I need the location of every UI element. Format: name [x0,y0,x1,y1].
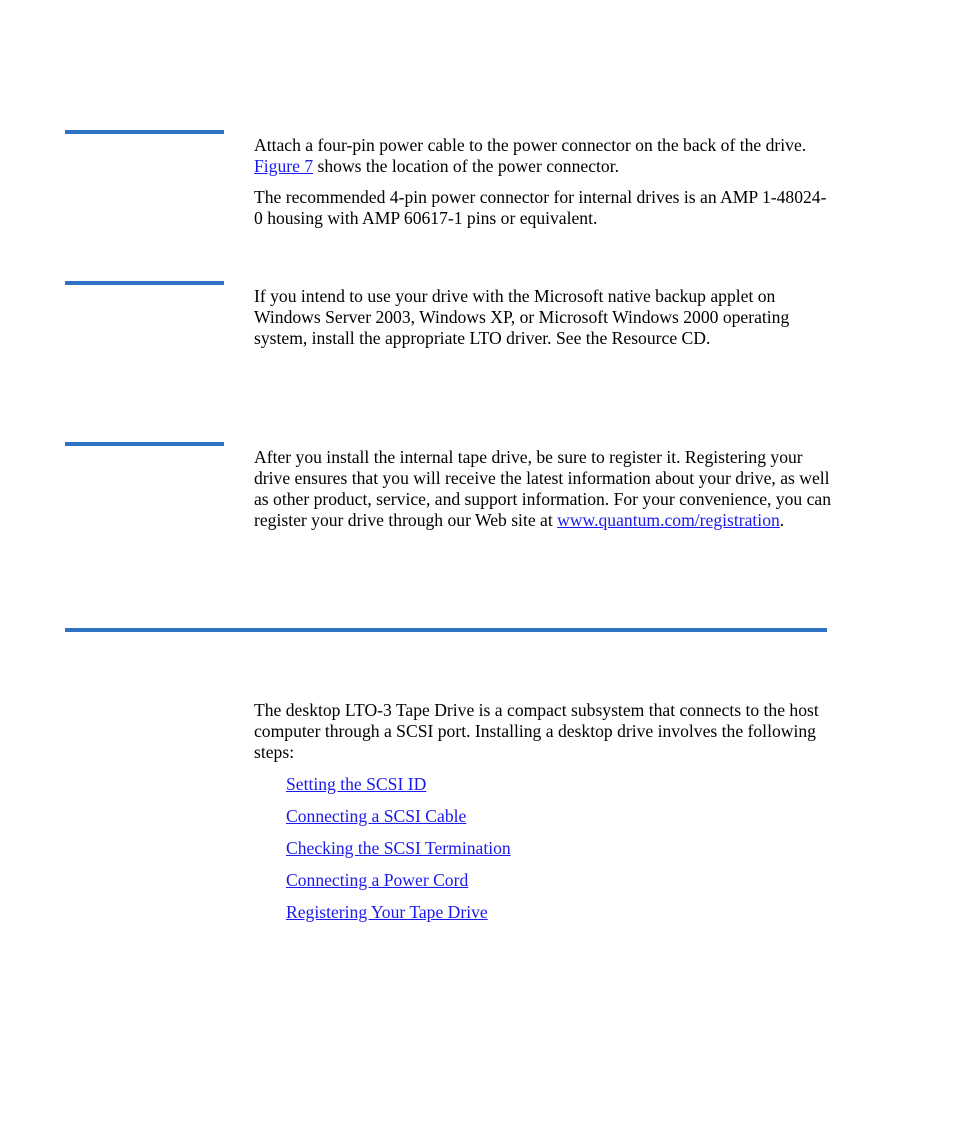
chapter-rule [65,628,827,632]
section-rule [65,130,224,134]
section-rule [65,281,224,285]
step-link-termination[interactable]: Checking the SCSI Termination [286,838,511,858]
step-link-scsi-id[interactable]: Setting the SCSI ID [286,774,426,794]
step-link-register[interactable]: Registering Your Tape Drive [286,902,488,922]
paragraph: Attach a four-pin power cable to the pow… [254,135,807,176]
section-rule [65,442,224,446]
paragraph: After you install the internal tape driv… [254,447,832,530]
figure-7-link[interactable]: Figure 7 [254,156,313,176]
step-link-power-cord[interactable]: Connecting a Power Cord [286,870,468,890]
registration-section: After you install the internal tape driv… [254,447,834,541]
paragraph: The recommended 4-pin power connector fo… [254,187,827,228]
paragraph: If you intend to use your drive with the… [254,286,790,348]
paragraph: The desktop LTO-3 Tape Drive is a compac… [254,700,819,762]
desktop-intro: The desktop LTO-3 Tape Drive is a compac… [254,700,834,773]
power-cable-section: Attach a four-pin power cable to the pow… [254,135,834,239]
registration-link[interactable]: www.quantum.com/registration [557,510,780,530]
driver-section: If you intend to use your drive with the… [254,286,834,359]
step-link-scsi-cable[interactable]: Connecting a SCSI Cable [286,806,466,826]
steps-list: Setting the SCSI ID Connecting a SCSI Ca… [286,774,511,934]
